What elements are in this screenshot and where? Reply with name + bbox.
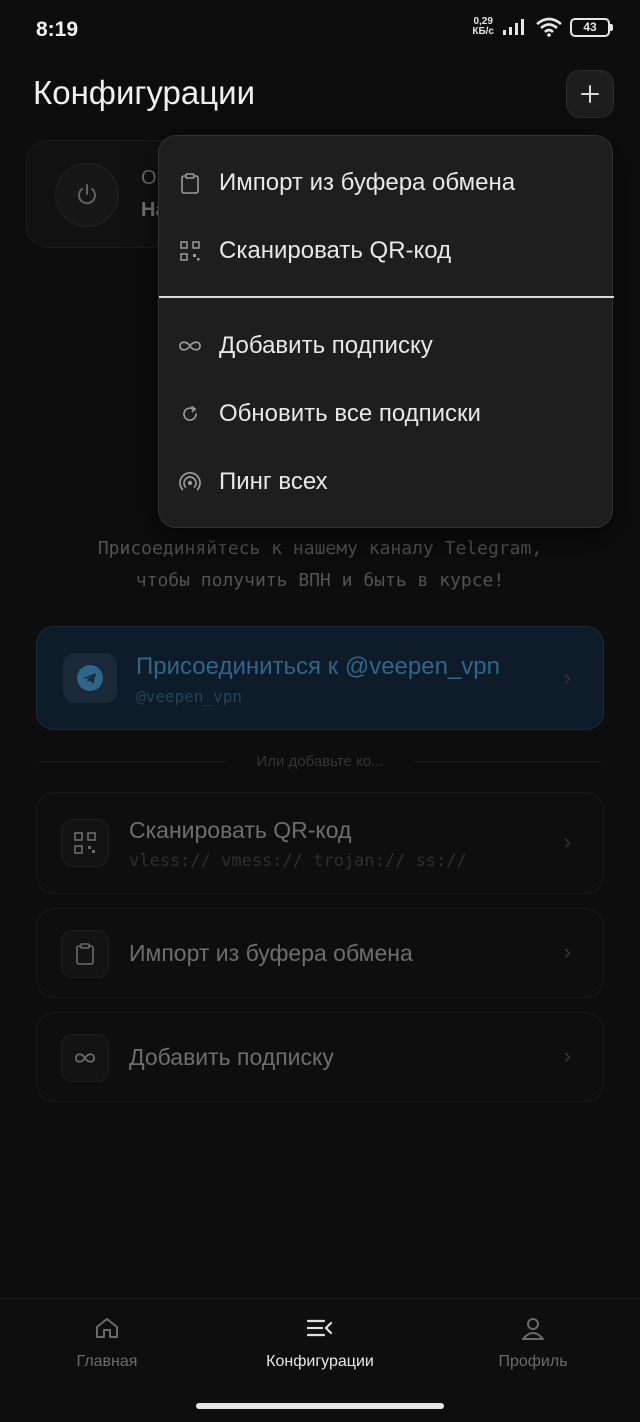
connect-title: О: [141, 167, 157, 189]
menu-item-add-subscription[interactable]: Добавить подписку: [159, 316, 614, 376]
add-subscription-title: Добавить подписку: [129, 1044, 334, 1070]
infinity-icon: [75, 1053, 95, 1063]
menu-divider: [159, 296, 614, 298]
import-clipboard-card[interactable]: Импорт из буфера обмена ›: [36, 908, 604, 998]
battery-icon: 43: [570, 17, 613, 37]
chevron-right-icon: ›: [563, 1043, 571, 1068]
scan-qr-title: Сканировать QR-код: [129, 817, 352, 843]
network-speed: 0,29 КБ/с: [472, 16, 494, 37]
nav-label-configs: Конфигурации: [266, 1353, 374, 1370]
telegram-handle: @veepen_vpn: [136, 687, 242, 706]
qr-icon-box: [61, 819, 109, 867]
infinity-icon-box: [61, 1034, 109, 1082]
import-clipboard-title: Импорт из буфера обмена: [129, 940, 413, 966]
nav-label-profile: Профиль: [498, 1353, 568, 1370]
user-icon: [453, 1313, 613, 1343]
list-icon: [240, 1313, 400, 1343]
menu-item-label: Пинг всех: [219, 468, 328, 495]
clipboard-icon-box: [61, 930, 109, 978]
divider-line-right: [414, 761, 604, 762]
signal-icon: [177, 469, 203, 495]
add-config-menu: Импорт из буфера обмена Сканировать QR-к…: [158, 135, 614, 528]
menu-item-scan-qr[interactable]: Сканировать QR-код: [159, 221, 614, 281]
nav-item-profile[interactable]: Профиль: [453, 1313, 613, 1371]
scan-qr-card[interactable]: Сканировать QR-код vless:// vmess:// tro…: [36, 792, 604, 894]
nav-item-home[interactable]: Главная: [27, 1313, 187, 1371]
power-icon: [78, 184, 96, 205]
battery-level: 43: [583, 20, 597, 34]
home-indicator[interactable]: [196, 1403, 444, 1409]
chevron-right-icon: ›: [563, 665, 571, 690]
menu-item-refresh-subscriptions[interactable]: Обновить все подписки: [159, 384, 614, 444]
chevron-right-icon: ›: [563, 829, 571, 854]
status-icons: 0,29 КБ/с 43: [472, 16, 613, 37]
menu-item-label: Добавить подписку: [219, 332, 433, 359]
telegram-icon: [77, 665, 103, 691]
chevron-right-icon: ›: [563, 939, 571, 964]
menu-item-import-clipboard[interactable]: Импорт из буфера обмена: [159, 153, 614, 213]
infinity-icon: [177, 333, 203, 359]
nav-label-home: Главная: [76, 1353, 138, 1370]
menu-item-ping-all[interactable]: Пинг всех: [159, 452, 614, 512]
qr-icon: [177, 238, 203, 264]
power-button[interactable]: [55, 163, 119, 227]
telegram-join-title: Присоединиться к @veepen_vpn: [136, 653, 500, 680]
nav-item-configs[interactable]: Конфигурации: [240, 1313, 400, 1371]
add-subscription-card[interactable]: Добавить подписку ›: [36, 1012, 604, 1102]
menu-item-label: Обновить все подписки: [219, 400, 481, 427]
refresh-icon: [177, 401, 203, 427]
menu-item-label: Сканировать QR-код: [219, 237, 452, 264]
telegram-join-card[interactable]: Присоединиться к @veepen_vpn @veepen_vpn…: [36, 626, 604, 730]
page-title: Конфигурации: [33, 74, 256, 111]
scan-qr-protocols: vless:// vmess:// trojan:// ss://: [129, 851, 467, 871]
telegram-icon-box: [63, 653, 117, 703]
menu-item-label: Импорт из буфера обмена: [219, 169, 516, 196]
status-bar: 8:19 0,29 КБ/с 43: [0, 0, 640, 60]
status-time: 8:19: [36, 18, 79, 41]
or-add-divider: Или добавьте ко...: [36, 752, 604, 772]
clipboard-icon: [177, 170, 203, 196]
telegram-promo-text: Присоединяйтесь к нашему каналу Telegram…: [97, 538, 543, 591]
plus-icon: [581, 85, 599, 103]
wifi-icon: [536, 17, 562, 37]
clipboard-icon: [76, 943, 94, 965]
add-button[interactable]: [566, 70, 614, 118]
home-icon: [27, 1313, 187, 1343]
qr-icon: [74, 832, 96, 854]
cellular-signal-icon: [503, 19, 524, 35]
